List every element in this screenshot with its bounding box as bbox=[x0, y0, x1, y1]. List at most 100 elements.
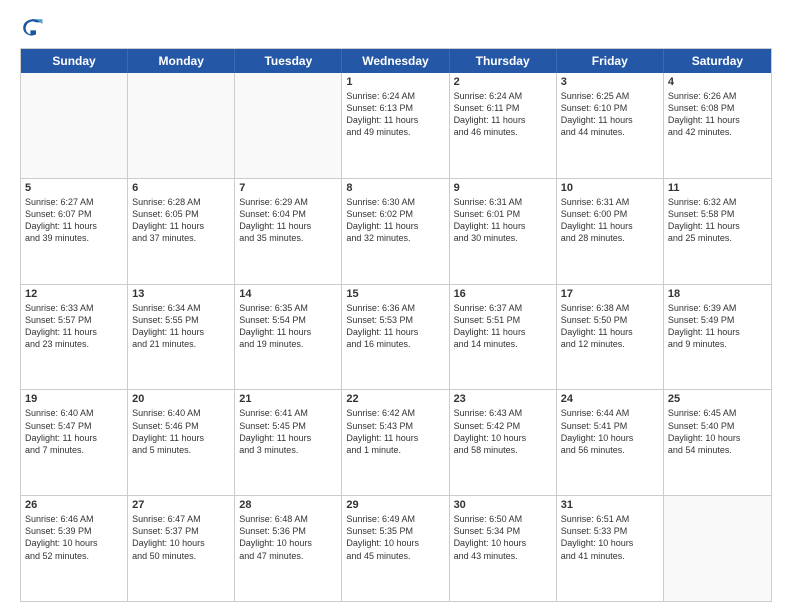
day-number: 9 bbox=[454, 182, 552, 194]
day-number: 8 bbox=[346, 182, 444, 194]
day-number: 21 bbox=[239, 393, 337, 405]
day-info: Sunrise: 6:42 AM Sunset: 5:43 PM Dayligh… bbox=[346, 407, 444, 456]
day-cell: 27 Sunrise: 6:47 AM Sunset: 5:37 PM Dayli… bbox=[128, 496, 235, 601]
day-number: 17 bbox=[561, 288, 659, 300]
day-cell: 26Sunrise: 6:46 AM Sunset: 5:39 PM Dayli… bbox=[21, 496, 128, 601]
page: SundayMondayTuesdayWednesdayThursdayFrid… bbox=[0, 0, 792, 612]
day-cell: 21 Sunrise: 6:41 AM Sunset: 5:45 PM Dayli… bbox=[235, 390, 342, 495]
day-number: 22 bbox=[346, 393, 444, 405]
day-cell: 23 Sunrise: 6:43 AM Sunset: 5:42 PM Dayli… bbox=[450, 390, 557, 495]
day-cell: 30 Sunrise: 6:50 AM Sunset: 5:34 PM Dayli… bbox=[450, 496, 557, 601]
day-number: 30 bbox=[454, 499, 552, 511]
day-info: Sunrise: 6:51 AM Sunset: 5:33 PM Dayligh… bbox=[561, 513, 659, 562]
day-cell: 19Sunrise: 6:40 AM Sunset: 5:47 PM Dayli… bbox=[21, 390, 128, 495]
week-row-3: 12 Sunrise: 6:33 AM Sunset: 5:57 PM Dayli… bbox=[21, 285, 771, 391]
day-cell: 2Sunrise: 6:24 AM Sunset: 6:11 PM Daylig… bbox=[450, 73, 557, 178]
week-row-1: 1 Sunrise: 6:24 AM Sunset: 6:13 PM Daylig… bbox=[21, 73, 771, 179]
day-info: Sunrise: 6:45 AM Sunset: 5:40 PM Dayligh… bbox=[668, 407, 767, 456]
day-header-saturday: Saturday bbox=[664, 49, 771, 73]
day-info: Sunrise: 6:24 AM Sunset: 6:13 PM Dayligh… bbox=[346, 90, 444, 139]
day-cell: 4Sunrise: 6:26 AM Sunset: 6:08 PM Daylig… bbox=[664, 73, 771, 178]
day-info: Sunrise: 6:35 AM Sunset: 5:54 PM Dayligh… bbox=[239, 302, 337, 351]
day-cell: 8 Sunrise: 6:30 AM Sunset: 6:02 PM Daylig… bbox=[342, 179, 449, 284]
day-info: Sunrise: 6:29 AM Sunset: 6:04 PM Dayligh… bbox=[239, 196, 337, 245]
day-number: 5 bbox=[25, 182, 123, 194]
day-cell: 17 Sunrise: 6:38 AM Sunset: 5:50 PM Dayli… bbox=[557, 285, 664, 390]
day-cell: 31 Sunrise: 6:51 AM Sunset: 5:33 PM Dayli… bbox=[557, 496, 664, 601]
day-number: 14 bbox=[239, 288, 337, 300]
day-info: Sunrise: 6:36 AM Sunset: 5:53 PM Dayligh… bbox=[346, 302, 444, 351]
day-number: 24 bbox=[561, 393, 659, 405]
day-cell: 20Sunrise: 6:40 AM Sunset: 5:46 PM Dayli… bbox=[128, 390, 235, 495]
day-info: Sunrise: 6:28 AM Sunset: 6:05 PM Dayligh… bbox=[132, 196, 230, 245]
day-info: Sunrise: 6:30 AM Sunset: 6:02 PM Dayligh… bbox=[346, 196, 444, 245]
day-cell: 18 Sunrise: 6:39 AM Sunset: 5:49 PM Dayli… bbox=[664, 285, 771, 390]
day-number: 28 bbox=[239, 499, 337, 511]
day-cell: 28 Sunrise: 6:48 AM Sunset: 5:36 PM Dayli… bbox=[235, 496, 342, 601]
day-info: Sunrise: 6:32 AM Sunset: 5:58 PM Dayligh… bbox=[668, 196, 767, 245]
day-cell: 15 Sunrise: 6:36 AM Sunset: 5:53 PM Dayli… bbox=[342, 285, 449, 390]
week-row-5: 26Sunrise: 6:46 AM Sunset: 5:39 PM Dayli… bbox=[21, 496, 771, 601]
day-cell: 11 Sunrise: 6:32 AM Sunset: 5:58 PM Dayli… bbox=[664, 179, 771, 284]
day-info: Sunrise: 6:33 AM Sunset: 5:57 PM Dayligh… bbox=[25, 302, 123, 351]
day-header-tuesday: Tuesday bbox=[235, 49, 342, 73]
day-header-thursday: Thursday bbox=[450, 49, 557, 73]
day-number: 15 bbox=[346, 288, 444, 300]
day-number: 12 bbox=[25, 288, 123, 300]
day-info: Sunrise: 6:39 AM Sunset: 5:49 PM Dayligh… bbox=[668, 302, 767, 351]
day-number: 6 bbox=[132, 182, 230, 194]
day-info: Sunrise: 6:37 AM Sunset: 5:51 PM Dayligh… bbox=[454, 302, 552, 351]
day-number: 31 bbox=[561, 499, 659, 511]
day-info: Sunrise: 6:38 AM Sunset: 5:50 PM Dayligh… bbox=[561, 302, 659, 351]
day-info: Sunrise: 6:31 AM Sunset: 6:00 PM Dayligh… bbox=[561, 196, 659, 245]
day-cell bbox=[664, 496, 771, 601]
day-header-monday: Monday bbox=[128, 49, 235, 73]
day-info: Sunrise: 6:48 AM Sunset: 5:36 PM Dayligh… bbox=[239, 513, 337, 562]
day-cell: 3Sunrise: 6:25 AM Sunset: 6:10 PM Daylig… bbox=[557, 73, 664, 178]
day-headers: SundayMondayTuesdayWednesdayThursdayFrid… bbox=[21, 49, 771, 73]
day-info: Sunrise: 6:34 AM Sunset: 5:55 PM Dayligh… bbox=[132, 302, 230, 351]
day-header-friday: Friday bbox=[557, 49, 664, 73]
day-info: Sunrise: 6:49 AM Sunset: 5:35 PM Dayligh… bbox=[346, 513, 444, 562]
day-cell bbox=[21, 73, 128, 178]
day-number: 23 bbox=[454, 393, 552, 405]
day-cell bbox=[235, 73, 342, 178]
day-number: 20 bbox=[132, 393, 230, 405]
day-info: Sunrise: 6:24 AM Sunset: 6:11 PM Dayligh… bbox=[454, 90, 552, 139]
day-cell: 14 Sunrise: 6:35 AM Sunset: 5:54 PM Dayli… bbox=[235, 285, 342, 390]
day-info: Sunrise: 6:43 AM Sunset: 5:42 PM Dayligh… bbox=[454, 407, 552, 456]
calendar: SundayMondayTuesdayWednesdayThursdayFrid… bbox=[20, 48, 772, 602]
day-cell: 16 Sunrise: 6:37 AM Sunset: 5:51 PM Dayli… bbox=[450, 285, 557, 390]
day-cell: 6 Sunrise: 6:28 AM Sunset: 6:05 PM Daylig… bbox=[128, 179, 235, 284]
day-number: 10 bbox=[561, 182, 659, 194]
day-number: 1 bbox=[346, 76, 444, 88]
day-cell: 12 Sunrise: 6:33 AM Sunset: 5:57 PM Dayli… bbox=[21, 285, 128, 390]
day-cell: 13 Sunrise: 6:34 AM Sunset: 5:55 PM Dayli… bbox=[128, 285, 235, 390]
day-cell: 22 Sunrise: 6:42 AM Sunset: 5:43 PM Dayli… bbox=[342, 390, 449, 495]
day-number: 7 bbox=[239, 182, 337, 194]
day-info: Sunrise: 6:47 AM Sunset: 5:37 PM Dayligh… bbox=[132, 513, 230, 562]
header bbox=[20, 16, 772, 40]
day-number: 26 bbox=[25, 499, 123, 511]
day-number: 29 bbox=[346, 499, 444, 511]
day-info: Sunrise: 6:41 AM Sunset: 5:45 PM Dayligh… bbox=[239, 407, 337, 456]
day-number: 3 bbox=[561, 76, 659, 88]
day-info: Sunrise: 6:50 AM Sunset: 5:34 PM Dayligh… bbox=[454, 513, 552, 562]
day-number: 27 bbox=[132, 499, 230, 511]
day-cell: 9 Sunrise: 6:31 AM Sunset: 6:01 PM Daylig… bbox=[450, 179, 557, 284]
week-row-2: 5 Sunrise: 6:27 AM Sunset: 6:07 PM Daylig… bbox=[21, 179, 771, 285]
day-number: 19 bbox=[25, 393, 123, 405]
day-info: Sunrise: 6:27 AM Sunset: 6:07 PM Dayligh… bbox=[25, 196, 123, 245]
day-number: 18 bbox=[668, 288, 767, 300]
day-header-wednesday: Wednesday bbox=[342, 49, 449, 73]
calendar-body: 1 Sunrise: 6:24 AM Sunset: 6:13 PM Daylig… bbox=[21, 73, 771, 601]
day-info: Sunrise: 6:26 AM Sunset: 6:08 PM Dayligh… bbox=[668, 90, 767, 139]
day-number: 11 bbox=[668, 182, 767, 194]
day-number: 13 bbox=[132, 288, 230, 300]
logo bbox=[20, 16, 48, 40]
day-number: 16 bbox=[454, 288, 552, 300]
day-info: Sunrise: 6:31 AM Sunset: 6:01 PM Dayligh… bbox=[454, 196, 552, 245]
day-cell bbox=[128, 73, 235, 178]
day-cell: 29 Sunrise: 6:49 AM Sunset: 5:35 PM Dayli… bbox=[342, 496, 449, 601]
day-cell: 24Sunrise: 6:44 AM Sunset: 5:41 PM Dayli… bbox=[557, 390, 664, 495]
